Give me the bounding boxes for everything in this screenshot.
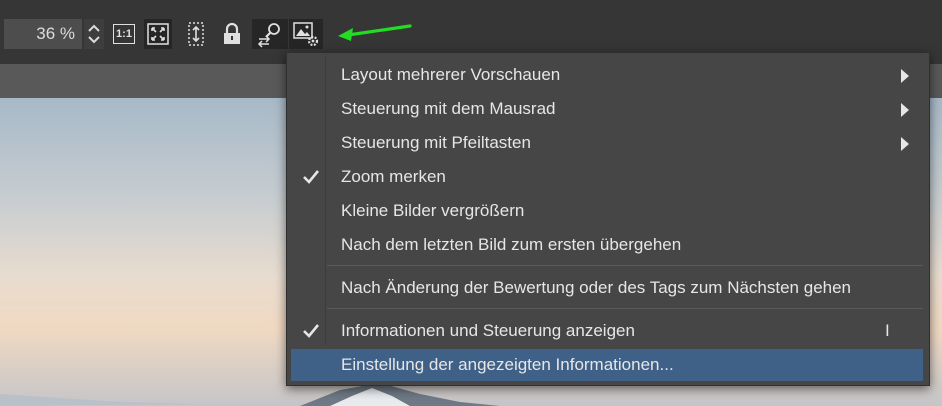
menu-item-show-info-and-controls[interactable]: Informationen und Steuerung anzeigen I (291, 315, 923, 347)
menu-separator (327, 265, 923, 266)
fit-height-button[interactable] (182, 19, 210, 49)
image-settings-icon (293, 22, 319, 47)
menu-item-label: Nach dem letzten Bild zum ersten übergeh… (341, 235, 682, 254)
menu-item-label: Zoom merken (341, 167, 446, 186)
zoom-spinner[interactable] (84, 19, 104, 49)
spin-down-icon[interactable] (88, 36, 100, 44)
menu-item-layout-multiple-previews[interactable]: Layout mehrerer Vorschauen (291, 59, 923, 91)
zoom-sync-button[interactable] (252, 19, 288, 49)
menu-item-next-after-rating-change[interactable]: Nach Änderung der Bewertung oder des Tag… (291, 272, 923, 304)
image-settings-button[interactable] (289, 19, 323, 49)
menu-item-shortcut: I (885, 321, 890, 340)
menu-item-arrow-key-control[interactable]: Steuerung mit Pfeiltasten (291, 127, 923, 159)
zoom-sync-icon (257, 23, 280, 48)
actual-size-button[interactable]: 1:1 (110, 19, 138, 49)
menu-item-label: Layout mehrerer Vorschauen (341, 65, 561, 84)
annotation-arrow (338, 24, 412, 41)
checkmark-icon (303, 324, 320, 338)
fit-to-window-button[interactable] (144, 19, 172, 49)
menu-item-label: Informationen und Steuerung anzeigen (341, 321, 635, 340)
menu-item-mouse-wheel-control[interactable]: Steuerung mit dem Mausrad (291, 93, 923, 125)
lock-icon (224, 22, 240, 44)
menu-item-label: Nach Änderung der Bewertung oder des Tag… (341, 278, 852, 297)
menu-item-wrap-to-first-image[interactable]: Nach dem letzten Bild zum ersten übergeh… (291, 229, 923, 261)
menu-item-label: Kleine Bilder vergrößern (341, 201, 525, 220)
lock-button[interactable] (218, 19, 246, 49)
menu-separator (327, 308, 923, 309)
fit-to-window-icon (147, 23, 169, 45)
checkmark-icon (303, 170, 320, 184)
menu-item-label: Steuerung mit Pfeiltasten (341, 133, 531, 152)
submenu-arrow-icon (901, 137, 909, 151)
view-options-menu: Layout mehrerer Vorschauen Steuerung mit… (286, 52, 930, 386)
submenu-arrow-icon (901, 103, 909, 117)
menu-item-displayed-info-settings[interactable]: Einstellung der angezeigten Informatione… (291, 349, 923, 381)
spin-up-icon[interactable] (88, 24, 100, 32)
menu-item-enlarge-small-images[interactable]: Kleine Bilder vergrößern (291, 195, 923, 227)
menu-item-remember-zoom[interactable]: Zoom merken (291, 161, 923, 193)
submenu-arrow-icon (901, 69, 909, 83)
zoom-level-field[interactable]: 36 % (4, 19, 82, 49)
fit-height-icon (188, 22, 204, 46)
actual-size-icon: 1:1 (113, 24, 135, 44)
menu-item-label: Steuerung mit dem Mausrad (341, 99, 556, 118)
menu-item-label: Einstellung der angezeigten Informatione… (341, 355, 674, 374)
